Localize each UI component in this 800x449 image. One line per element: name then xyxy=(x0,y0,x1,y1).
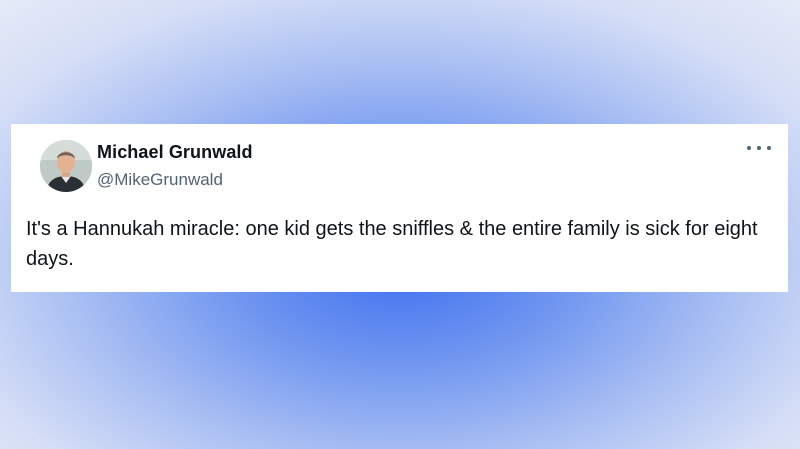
dot xyxy=(757,146,761,150)
dot xyxy=(747,146,751,150)
more-options-icon[interactable] xyxy=(747,142,771,154)
tweet-text: It's a Hannukah miracle: one kid gets th… xyxy=(26,218,758,270)
author-handle[interactable]: @MikeGrunwald xyxy=(97,170,223,190)
avatar-image xyxy=(40,140,92,192)
author-name[interactable]: Michael Grunwald xyxy=(97,142,253,163)
tweet-card: Michael Grunwald @MikeGrunwald It's a Ha… xyxy=(11,124,788,292)
dot xyxy=(767,146,771,150)
avatar[interactable] xyxy=(40,140,92,192)
